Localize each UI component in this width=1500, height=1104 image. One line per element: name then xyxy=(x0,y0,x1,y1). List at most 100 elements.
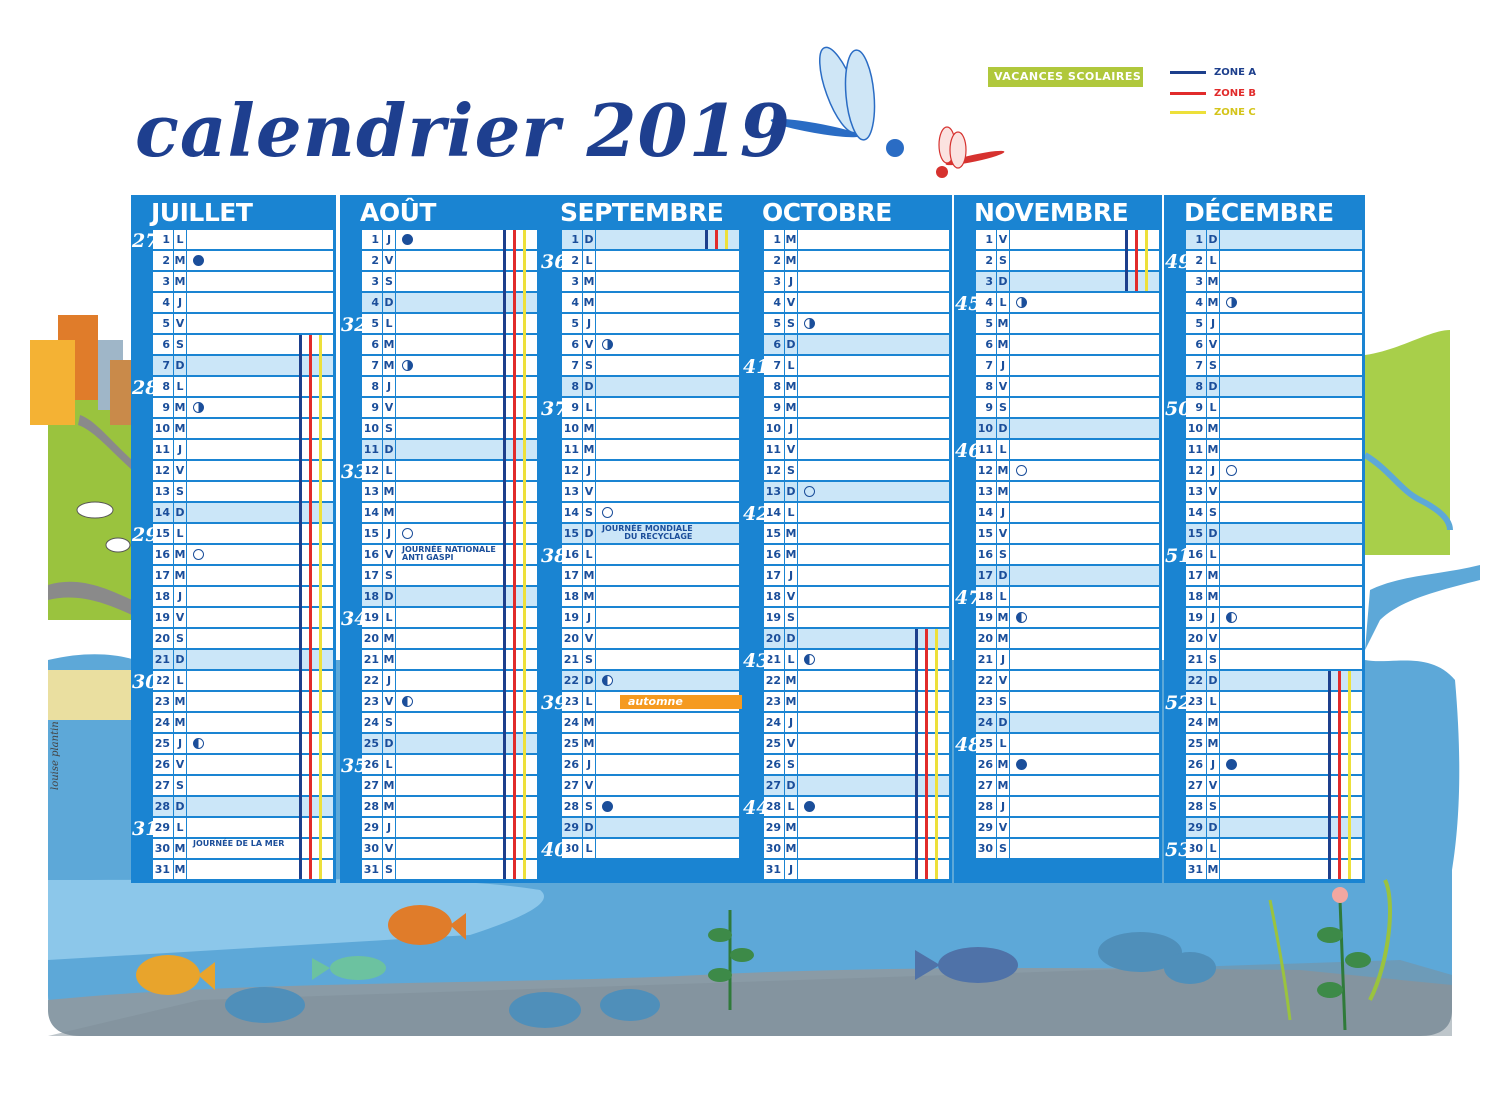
day-number: 24 xyxy=(1187,716,1203,729)
day-number: 10 xyxy=(765,422,781,435)
month-title: AOÛT xyxy=(360,198,436,227)
day-row: 12 M xyxy=(976,461,1159,480)
day-number: 19 xyxy=(154,611,170,624)
month-3: SEPTEMBRE 1 D 2 L 3 M 4 M 5 J 6 V 7 S 8 D 9 L 10 M 11 M 12 J 13 V 1… xyxy=(540,195,756,883)
day-letter: D xyxy=(173,650,187,669)
day-letter: S xyxy=(582,356,596,375)
day-letter: M xyxy=(173,398,187,417)
week-number: 30 xyxy=(132,671,159,693)
day-letter: L xyxy=(582,545,596,564)
day-letter: L xyxy=(996,440,1010,459)
holiday-zone-line xyxy=(503,230,506,879)
day-letter: D xyxy=(582,818,596,837)
week-number: 28 xyxy=(132,377,159,399)
day-letter: J xyxy=(1206,461,1220,480)
day-row: 3D xyxy=(976,272,1159,291)
day-row: 8M xyxy=(764,377,949,396)
dragonfly-red xyxy=(936,126,1005,178)
day-number: 1 xyxy=(985,233,993,246)
day-row: 26 L xyxy=(362,755,537,774)
day-letter: D xyxy=(784,776,798,795)
day-letter: D xyxy=(784,482,798,501)
moon-full-icon xyxy=(193,549,204,560)
day-number: 10 xyxy=(1187,422,1203,435)
day-letter: S xyxy=(173,482,187,501)
day-letter: S xyxy=(996,839,1010,858)
day-letter: M xyxy=(1206,566,1220,585)
day-number: 12 xyxy=(765,464,781,477)
day-letter: M xyxy=(382,335,396,354)
day-row: 24 M xyxy=(562,713,739,732)
day-number: 7 xyxy=(162,359,170,372)
day-number: 31 xyxy=(1187,863,1203,876)
day-row: 20 M xyxy=(362,629,537,648)
day-letter: V xyxy=(996,671,1010,690)
day-number: 13 xyxy=(363,485,379,498)
day-letter: S xyxy=(173,776,187,795)
day-letter: D xyxy=(784,629,798,648)
day-letter: M xyxy=(784,545,798,564)
day-row: 1J xyxy=(362,230,537,249)
month-title: NOVEMBRE xyxy=(974,198,1129,227)
day-row: 22 D xyxy=(1186,671,1362,690)
week-number: 36 xyxy=(541,251,568,273)
day-number: 6 xyxy=(371,338,379,351)
day-number: 30 xyxy=(154,842,170,855)
day-letter: D xyxy=(582,671,596,690)
day-letter: M xyxy=(1206,713,1220,732)
day-row: 28 L xyxy=(764,797,949,816)
week-number: 47 xyxy=(955,587,982,609)
day-number: 4 xyxy=(1195,296,1203,309)
day-number: 29 xyxy=(765,821,781,834)
day-letter: L xyxy=(784,797,798,816)
day-number: 4 xyxy=(162,296,170,309)
day-letter: M xyxy=(996,314,1010,333)
day-row: 13 D xyxy=(764,482,949,501)
day-row: 7L xyxy=(764,356,949,375)
day-row: 31 M xyxy=(153,860,333,879)
day-letter: M xyxy=(582,587,596,606)
day-number: 12 xyxy=(1187,464,1203,477)
day-letter: J xyxy=(784,419,798,438)
day-row: 26 J xyxy=(1186,755,1362,774)
day-letter: J xyxy=(582,461,596,480)
day-number: 17 xyxy=(563,569,579,582)
day-letter: J xyxy=(382,230,396,249)
day-number: 26 xyxy=(563,758,579,771)
day-number: 28 xyxy=(363,800,379,813)
day-letter: M xyxy=(996,335,1010,354)
day-letter: M xyxy=(784,671,798,690)
day-number: 31 xyxy=(363,863,379,876)
day-letter: M xyxy=(1206,860,1220,879)
day-number: 26 xyxy=(1187,758,1203,771)
day-letter: V xyxy=(996,230,1010,249)
day-row: 24 M xyxy=(1186,713,1362,732)
day-number: 1 xyxy=(1195,233,1203,246)
day-row: 15 D xyxy=(1186,524,1362,543)
legend-line-zone-a xyxy=(1170,70,1206,74)
day-number: 10 xyxy=(154,422,170,435)
week-number: 31 xyxy=(132,818,159,840)
holiday-zone-line xyxy=(925,629,928,879)
day-letter: J xyxy=(1206,608,1220,627)
day-row: 23 L xyxy=(1186,692,1362,711)
day-number: 22 xyxy=(977,674,993,687)
day-row: 20 V xyxy=(562,629,739,648)
day-row: 10 M xyxy=(1186,419,1362,438)
day-number: 11 xyxy=(765,443,781,456)
day-number: 17 xyxy=(1187,569,1203,582)
day-letter: S xyxy=(784,755,798,774)
day-row: 26 S xyxy=(764,755,949,774)
day-number: 25 xyxy=(154,737,170,750)
day-row: 25 J xyxy=(153,734,333,753)
day-number: 7 xyxy=(571,359,579,372)
moon-new-icon xyxy=(402,234,413,245)
day-row: 18 L xyxy=(976,587,1159,606)
day-row: 30 M xyxy=(764,839,949,858)
day-letter: M xyxy=(1206,272,1220,291)
day-number: 8 xyxy=(985,380,993,393)
day-row: 4D xyxy=(362,293,537,312)
day-row: 19 J xyxy=(562,608,739,627)
day-number: 21 xyxy=(1187,653,1203,666)
day-number: 12 xyxy=(977,464,993,477)
